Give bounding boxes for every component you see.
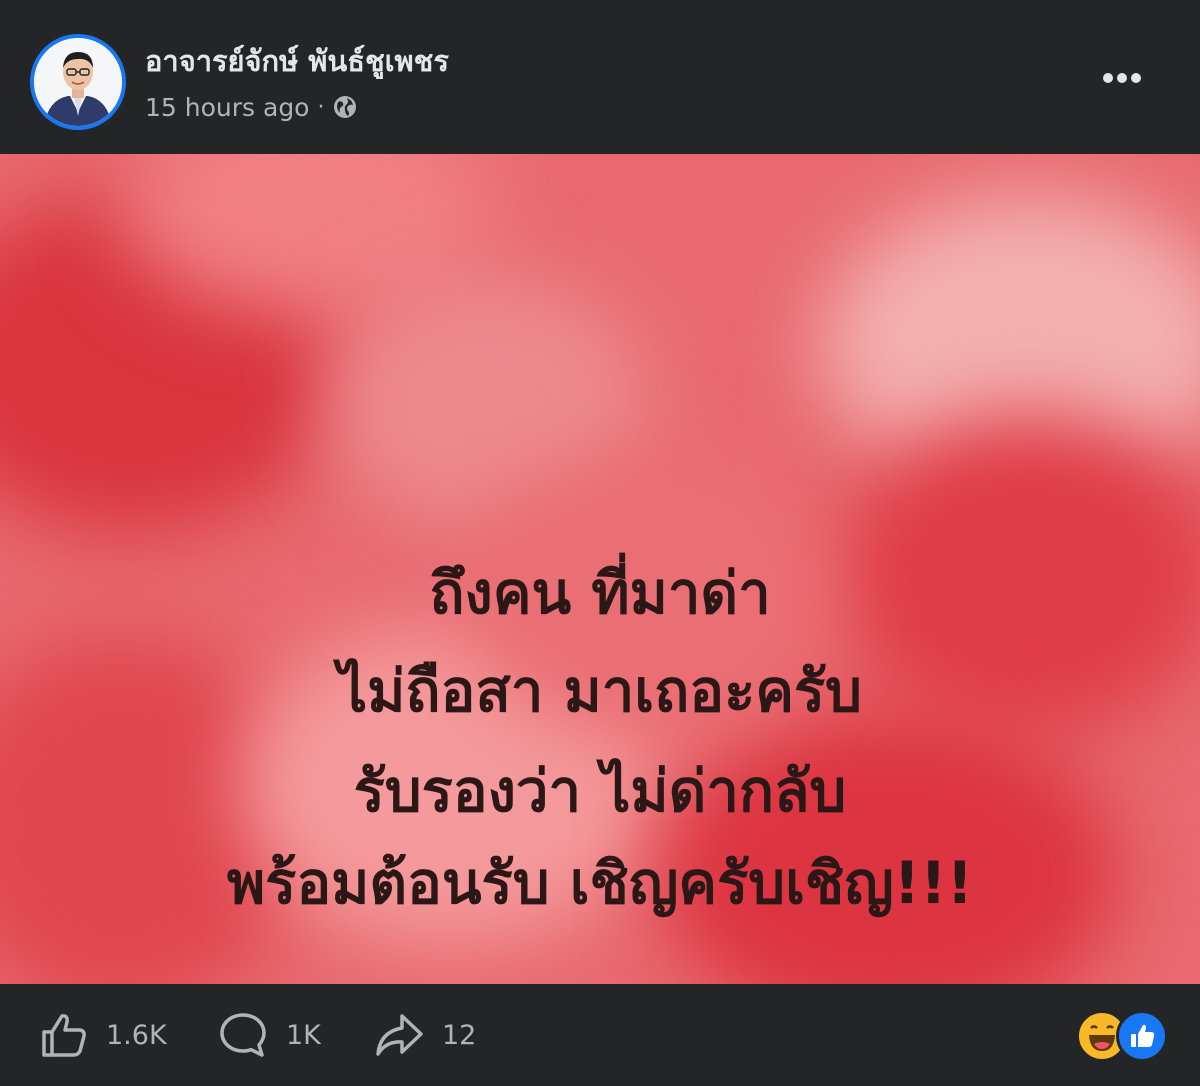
post-header: อาจารย์จักษ์ พันธ์ชูเพชร 15 hours ago ·: [0, 0, 1200, 154]
comment-icon: [220, 1013, 266, 1057]
post-meta: 15 hours ago ·: [145, 90, 358, 124]
image-text-line: ถึงคน ที่มาด่า: [429, 559, 771, 627]
author-name[interactable]: อาจารย์จักษ์ พันธ์ชูเพชร: [145, 38, 449, 84]
image-text-line: รับรองว่า ไม่ด่ากลับ: [353, 757, 847, 825]
post-card: อาจารย์จักษ์ พันธ์ชูเพชร 15 hours ago ·: [0, 0, 1200, 1086]
author-avatar[interactable]: [30, 34, 126, 130]
comment-count: 1K: [286, 1019, 321, 1051]
thumbs-up-icon: [42, 1014, 86, 1057]
reactions-summary[interactable]: [1076, 1010, 1168, 1062]
post-image[interactable]: ถึงคน ที่มาด่า ไม่ถือสา มาเถอะครับ รับรอ…: [0, 154, 1200, 984]
post-actions-bar: 1.6K 1K 12: [0, 984, 1200, 1086]
comment-button[interactable]: 1K: [218, 1010, 321, 1060]
like-button[interactable]: 1.6K: [40, 1010, 167, 1060]
share-icon: [376, 1014, 423, 1056]
more-options-button[interactable]: [1096, 58, 1148, 98]
like-count: 1.6K: [106, 1019, 167, 1051]
meta-separator: ·: [317, 94, 325, 120]
more-options-icon: [1103, 73, 1141, 83]
post-timestamp[interactable]: 15 hours ago: [145, 93, 309, 122]
share-button[interactable]: 12: [374, 1010, 476, 1060]
image-text-line: ไม่ถือสา มาเถอะครับ: [337, 657, 862, 725]
share-count: 12: [442, 1019, 477, 1051]
like-reaction-icon: [1116, 1010, 1168, 1062]
globe-icon[interactable]: [332, 94, 358, 120]
avatar-photo: [34, 38, 122, 126]
image-text-line: พร้อมต้อนรับ เชิญครับเชิญ!!!: [226, 849, 974, 917]
